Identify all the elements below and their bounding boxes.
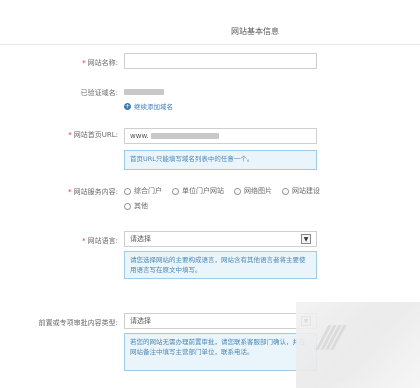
language-label: * 网站语言:: [6, 236, 118, 246]
add-domain-label: 继续添加域名: [134, 103, 173, 111]
language-selected-value: 请选择: [130, 235, 151, 243]
radio-icon: [124, 202, 131, 210]
site-name-input[interactable]: [124, 53, 317, 69]
radio-icon: [234, 187, 241, 195]
redacted-url: [150, 133, 219, 139]
verified-domain-value: [124, 88, 164, 96]
radio-option[interactable]: 网络图片: [234, 186, 272, 196]
radio-option[interactable]: 网站建设: [282, 186, 320, 196]
radio-label: 网络图片: [244, 187, 272, 195]
radio-label: 单位门户网站: [182, 187, 224, 195]
homepage-url-hint: 首页URL只能填写域名列表中的任意一个。: [124, 150, 317, 170]
preapproval-hint-text: 若您的网站无需办理前置审批，请您联系客服部门确认，并在网站备注中填写主营部门单位…: [130, 338, 306, 356]
homepage-url-hint-text: 首页URL只能填写域名列表中的任意一个。: [130, 155, 254, 163]
radio-icon: [124, 187, 131, 195]
service-type-label: * 网站服务内容:: [6, 187, 118, 197]
preapproval-label-text: 前置或专项审批内容类型:: [38, 319, 118, 327]
homepage-url-label-text: 网站首页URL:: [73, 131, 118, 139]
language-hint-text: 请您选择网站的主要构成语言，网站含有其他语言者将主要使用语言写在原文中填写。: [130, 256, 306, 274]
radio-label: 综合门户: [134, 187, 162, 195]
preapproval-hint: 若您的网站无需办理前置审批，请您联系客服部门确认，并在网站备注中填写主营部门单位…: [124, 333, 317, 371]
preapproval-selected-value: 请选择: [130, 317, 151, 325]
required-marker: *: [82, 59, 86, 67]
radio-option[interactable]: 综合门户: [124, 186, 162, 196]
language-hint: 请您选择网站的主要构成语言，网站含有其他语言者将主要使用语言写在原文中填写。: [124, 251, 317, 279]
homepage-url-input[interactable]: www.: [124, 128, 317, 144]
header-divider: [0, 44, 420, 45]
verified-domain-label: 已验证域名:: [6, 88, 118, 98]
service-type-label-text: 网站服务内容:: [73, 188, 118, 196]
preapproval-label: 前置或专项审批内容类型:: [6, 318, 118, 328]
redacted-domain: [124, 89, 164, 95]
watermark-overlay: ////: [296, 302, 420, 388]
radio-option[interactable]: 其他: [124, 201, 148, 211]
preapproval-select[interactable]: 请选择 ▼: [124, 313, 317, 329]
site-name-label: * 网站名称:: [6, 58, 118, 68]
chevron-down-icon: ▼: [301, 234, 311, 244]
radio-label: 其他: [134, 202, 148, 210]
watermark-icon: ////: [314, 320, 342, 355]
service-type-radio-group: 综合门户 单位门户网站 网络图片 网站建设 其他: [124, 186, 324, 211]
homepage-url-prefix: www.: [130, 132, 149, 140]
site-name-label-text: 网站名称:: [87, 59, 118, 67]
radio-icon: [282, 187, 289, 195]
verified-domain-label-text: 已验证域名:: [80, 89, 118, 97]
language-select[interactable]: 请选择 ▼: [124, 231, 317, 247]
radio-icon: [172, 187, 179, 195]
add-domain-link[interactable]: + 继续添加域名: [124, 101, 173, 111]
page-title: 网站基本信息: [231, 27, 279, 36]
radio-label: 网站建设: [292, 187, 320, 195]
required-marker: *: [68, 131, 72, 139]
required-marker: *: [82, 237, 86, 245]
required-marker: *: [68, 188, 72, 196]
homepage-url-label: * 网站首页URL:: [6, 130, 118, 140]
plus-icon: +: [124, 102, 131, 110]
radio-option[interactable]: 单位门户网站: [172, 186, 224, 196]
language-label-text: 网站语言:: [87, 237, 118, 245]
